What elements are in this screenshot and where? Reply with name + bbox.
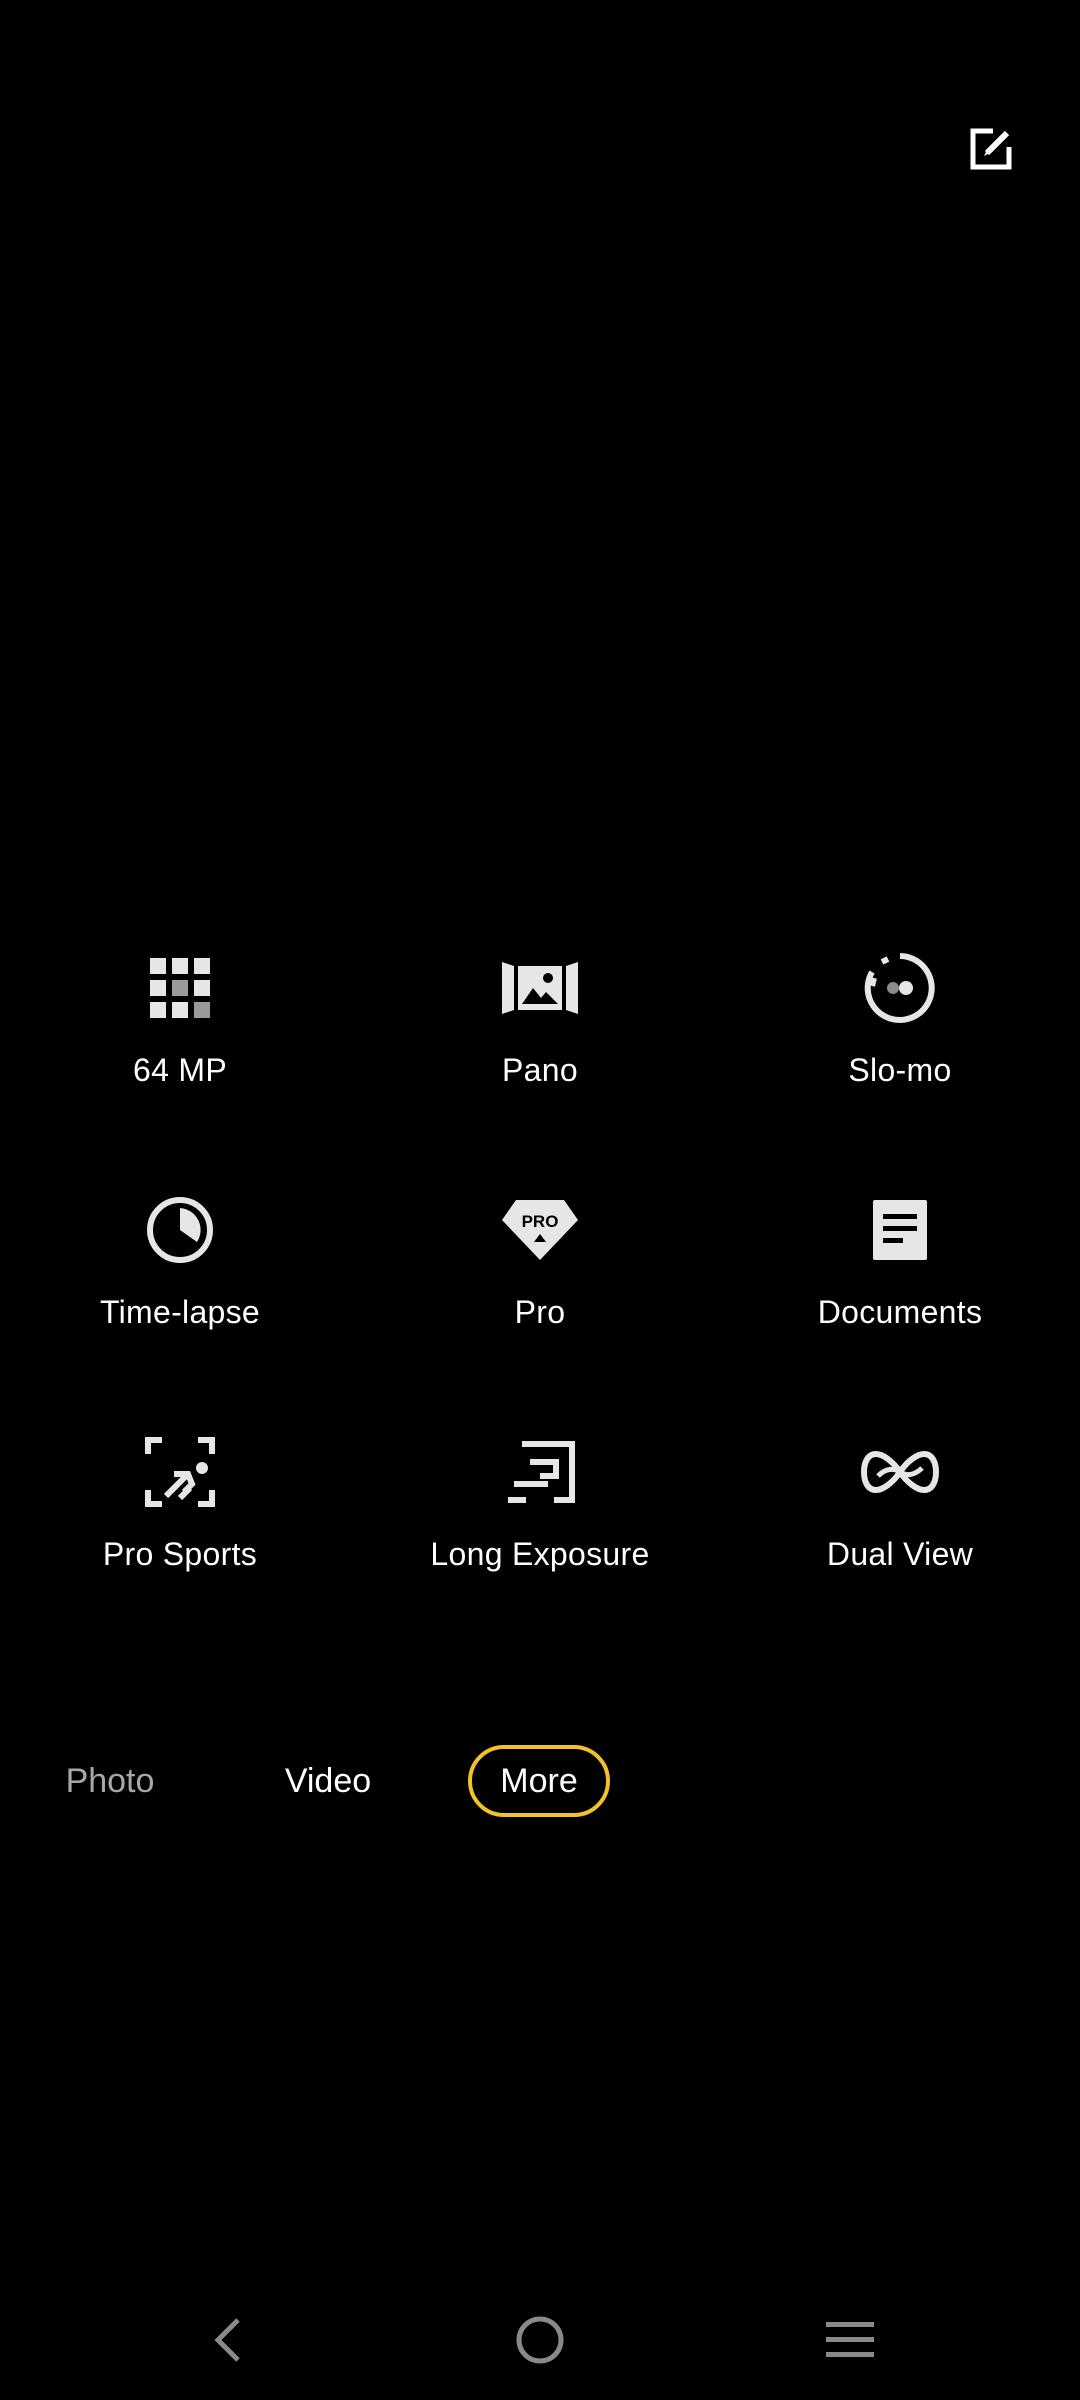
home-button[interactable] [490,2300,590,2380]
mode-selector: Photo Video More [0,1745,1080,1817]
mode-label: Long Exposure [430,1536,650,1572]
slow-motion-icon [860,948,940,1028]
mode-label: Documents [817,1294,983,1330]
mode-long-exposure[interactable]: Long Exposure [360,1414,720,1614]
mode-label: Slo-mo [848,1052,952,1088]
grid-64mp-icon [140,948,220,1028]
mode-label: Pro [514,1294,566,1330]
mode-dual-view[interactable]: Dual View [720,1414,1080,1614]
navigation-bar [0,2300,1080,2380]
svg-text:PRO: PRO [522,1212,559,1231]
mode-time-lapse[interactable]: Time-lapse [0,1172,360,1372]
mode-label: Dual View [826,1536,974,1572]
mode-pano[interactable]: Pano [360,930,720,1130]
long-exposure-icon [500,1432,580,1512]
mode-64mp[interactable]: 64 MP [0,930,360,1130]
back-button[interactable] [178,2300,278,2380]
pro-badge-icon: PRO [500,1190,580,1270]
edit-button[interactable] [960,118,1022,180]
tab-video[interactable]: Video [258,1745,398,1817]
mode-label: 64 MP [133,1052,227,1088]
time-lapse-icon [140,1190,220,1270]
mode-label: Time-lapse [99,1294,261,1330]
edit-icon [970,128,1012,170]
mode-pro[interactable]: PRO Pro [360,1172,720,1372]
panorama-icon [500,948,580,1028]
back-icon [214,2318,240,2362]
mode-pro-sports[interactable]: Pro Sports [0,1414,360,1614]
home-icon [516,2316,564,2364]
mode-documents[interactable]: Documents [720,1172,1080,1372]
recents-icon [826,2322,874,2357]
mode-label: Pano [502,1052,578,1088]
mode-slo-mo[interactable]: Slo-mo [720,930,1080,1130]
recents-button[interactable] [800,2300,900,2380]
dual-view-icon [860,1432,940,1512]
mode-label: Pro Sports [102,1536,258,1572]
tab-photo[interactable]: Photo [40,1745,180,1817]
tab-more[interactable]: More [468,1745,610,1817]
pro-sports-icon [140,1432,220,1512]
document-icon [860,1190,940,1270]
